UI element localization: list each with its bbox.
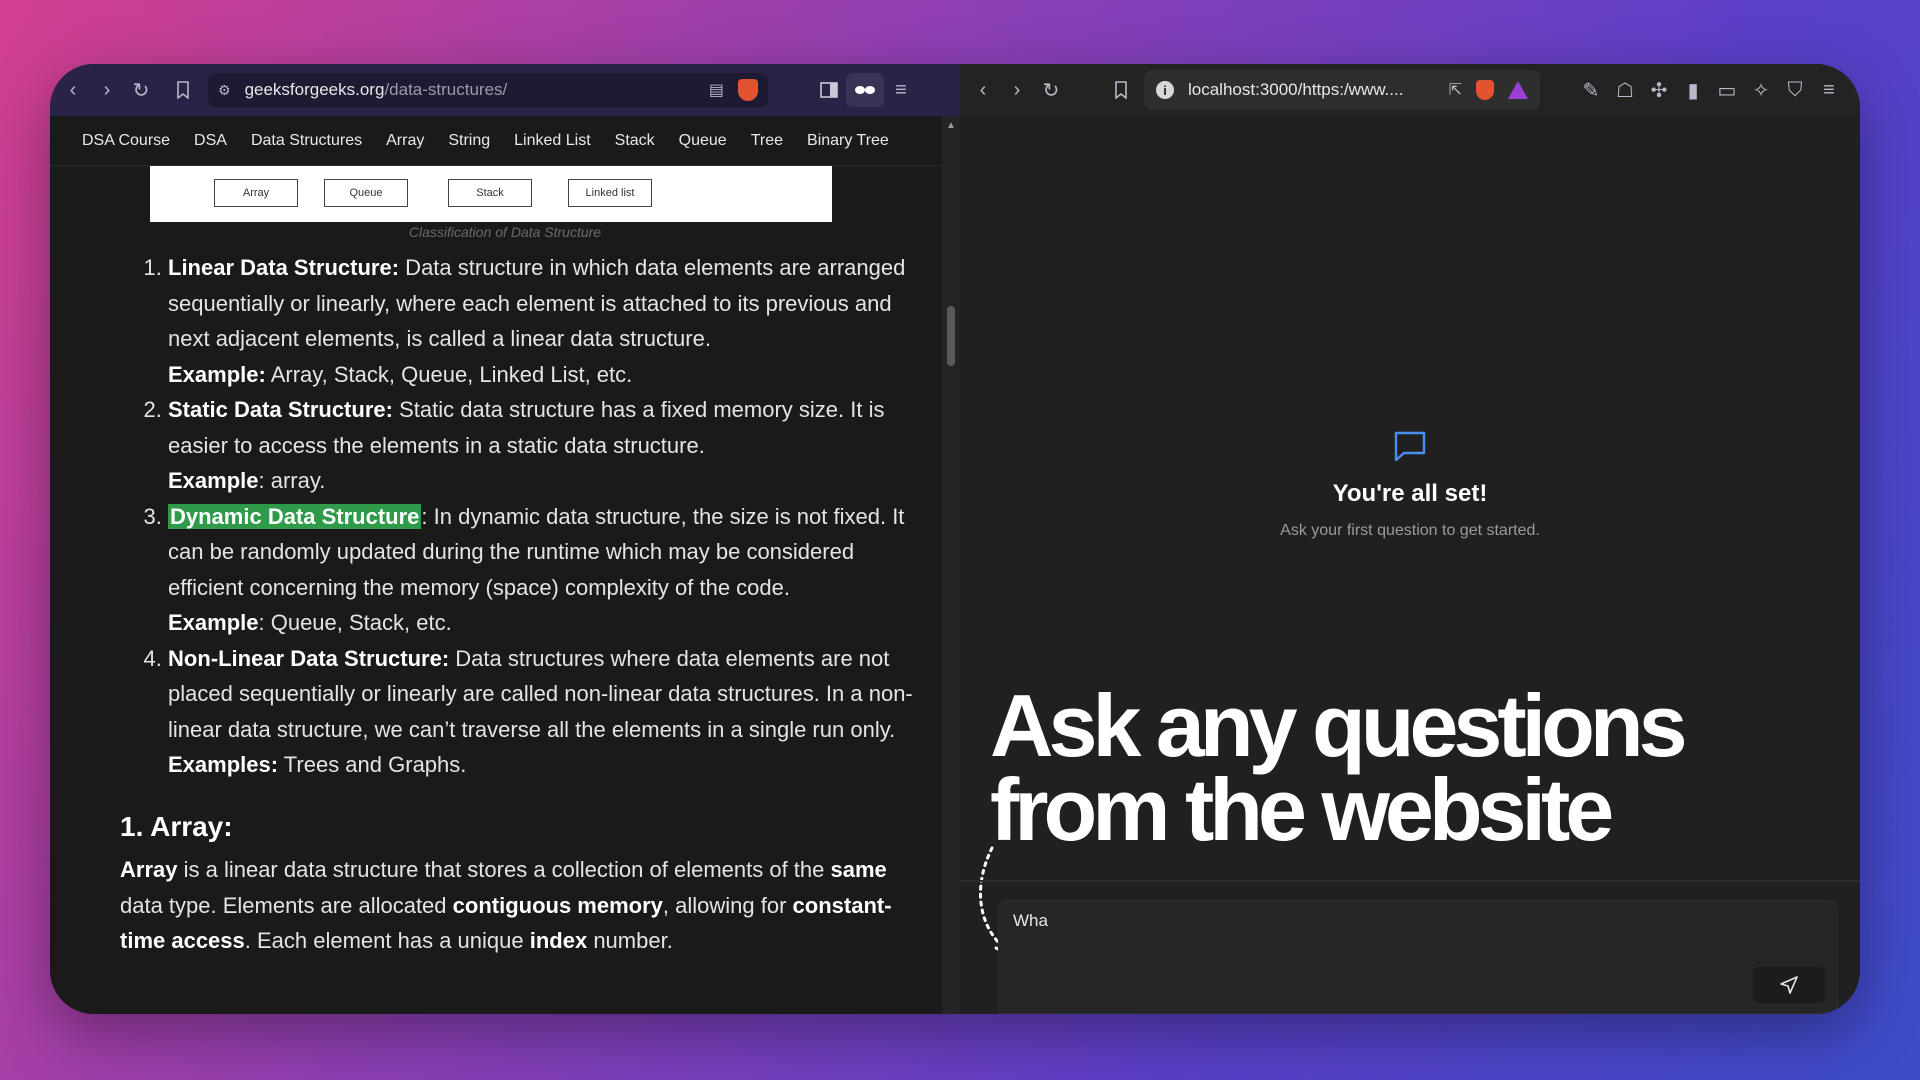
url-text: localhost:3000/https:/www.... <box>1188 80 1404 99</box>
back-icon[interactable]: ‹ <box>966 73 1000 107</box>
nav-link-linked-list[interactable]: Linked List <box>514 132 591 150</box>
nav-link-binary-tree[interactable]: Binary Tree <box>807 132 889 150</box>
item-title: Non-Linear Data Structure: <box>168 645 450 671</box>
left-toolbar: ‹ › ↻ ⚙ geeksforgeeks.org/data-structure… <box>50 64 960 116</box>
ai-sparkle-icon[interactable]: ✧ <box>1744 73 1778 107</box>
menu-icon[interactable]: ≡ <box>1812 73 1846 107</box>
diagram-caption: Classification of Data Structure <box>408 224 602 240</box>
send-icon <box>1780 976 1798 994</box>
nav-link-tree[interactable]: Tree <box>751 132 783 150</box>
nav-link-array[interactable]: Array <box>386 132 424 150</box>
vpn-shield-icon[interactable]: ⛉ <box>1778 73 1812 107</box>
right-toolbar: ‹ › ↻ i localhost:3000/https:/www.... ⇱ … <box>960 64 1860 116</box>
brave-rewards-icon[interactable] <box>1508 81 1528 99</box>
index-term: index <box>529 928 588 953</box>
array-heading: 1. Array: <box>120 810 233 842</box>
array-paragraph: Array is a linear data structure that st… <box>120 852 920 959</box>
welcome-title: You're all set! <box>1332 480 1488 507</box>
question-input[interactable] <box>1013 911 1713 931</box>
example-label: Example: <box>168 361 266 387</box>
list-item: Non-Linear Data Structure: Data structur… <box>168 641 920 783</box>
forward-icon[interactable]: › <box>1000 73 1034 107</box>
list-item: Static Data Structure: Static data struc… <box>168 392 920 499</box>
brave-shield-icon[interactable] <box>1476 80 1494 100</box>
extensions-puzzle-icon[interactable]: ✣ <box>1642 73 1676 107</box>
back-icon[interactable]: ‹ <box>56 73 90 107</box>
bookmark-icon[interactable] <box>1104 73 1138 107</box>
left-browser-window: ‹ › ↻ ⚙ geeksforgeeks.org/data-structure… <box>50 64 960 1014</box>
forward-icon[interactable]: › <box>90 73 124 107</box>
screen-frame: ‹ › ↻ ⚙ geeksforgeeks.org/data-structure… <box>50 64 1860 1014</box>
list-item: Linear Data Structure: Data structure in… <box>168 250 920 392</box>
eyedropper-icon[interactable]: ✎ <box>1574 73 1608 107</box>
nav-link-string[interactable]: String <box>448 132 490 150</box>
para-text: data type. Elements are allocated <box>120 892 453 918</box>
para-text: is a linear data structure that stores a… <box>177 857 831 882</box>
site-settings-icon[interactable]: ⚙ <box>218 82 231 99</box>
item-title: Linear Data Structure: <box>168 255 400 280</box>
article-content: Linear Data Structure: Data structure in… <box>110 250 920 959</box>
reload-icon[interactable]: ↻ <box>124 73 158 107</box>
menu-icon[interactable]: ≡ <box>884 73 918 107</box>
para-text: . Each element has a unique <box>244 928 530 953</box>
example-label: Example <box>168 610 259 635</box>
same-term: same <box>830 857 887 882</box>
array-term: Array <box>120 857 178 882</box>
contiguous-memory-term: contiguous memory <box>452 892 663 918</box>
nav-link-data-structures[interactable]: Data Structures <box>251 132 362 150</box>
right-browser-window: ‹ › ↻ i localhost:3000/https:/www.... ⇱ … <box>960 64 1860 1014</box>
welcome-panel: You're all set! Ask your first question … <box>960 429 1860 540</box>
data-structure-list: Linear Data Structure: Data structure in… <box>110 250 920 783</box>
list-item: Dynamic Data Structure: In dynamic data … <box>168 499 920 641</box>
sidebar-icon[interactable]: ▮ <box>1676 73 1710 107</box>
promo-line-1: Ask any questions <box>990 676 1688 775</box>
example-label: Example <box>168 468 259 493</box>
classification-diagram: Array Queue Stack Linked list <box>150 166 832 222</box>
diagram-box-array: Array <box>214 179 298 207</box>
bookmark-icon[interactable] <box>166 73 200 107</box>
share-icon[interactable]: ⇱ <box>1449 80 1462 100</box>
promo-overlay-text: Ask any questions from the website <box>990 676 1688 859</box>
nav-link-dsa-course[interactable]: DSA Course <box>82 132 170 150</box>
diagram-box-stack: Stack <box>448 179 532 207</box>
diagram-box-queue: Queue <box>324 179 408 207</box>
example-text: Trees and Graphs. <box>278 752 467 777</box>
scroll-up-arrow[interactable]: ▲ <box>942 120 960 131</box>
right-address-bar[interactable]: i localhost:3000/https:/www.... ⇱ <box>1144 70 1540 110</box>
example-text: Array, Stack, Queue, Linked List, etc. <box>265 361 633 387</box>
scrollbar-thumb[interactable] <box>947 306 955 366</box>
reader-mode-icon[interactable]: ▤ <box>709 80 724 100</box>
diagram-box-linked-list: Linked list <box>568 179 652 207</box>
composer-divider <box>960 880 1860 882</box>
chat-bubble-icon <box>960 429 1860 468</box>
promo-line-2: from the website <box>990 760 1614 859</box>
sidebar-icon[interactable] <box>812 73 846 107</box>
item-title: Static Data Structure: <box>168 397 393 422</box>
para-text: , allowing for <box>662 892 793 918</box>
info-icon[interactable]: i <box>1156 81 1174 99</box>
url-path: /data-structures/ <box>384 80 508 99</box>
wallet-icon[interactable]: ▭ <box>1710 73 1744 107</box>
site-nav: DSA Course DSA Data Structures Array Str… <box>50 116 950 166</box>
example-text: : array. <box>258 468 326 493</box>
nav-link-dsa[interactable]: DSA <box>194 132 227 150</box>
vpn-icon[interactable] <box>846 73 884 107</box>
para-text: number. <box>587 928 673 953</box>
url-domain: geeksforgeeks.org <box>244 80 385 99</box>
nav-link-queue[interactable]: Queue <box>679 132 727 150</box>
nav-link-stack[interactable]: Stack <box>615 132 655 150</box>
example-label: Examples: <box>168 752 279 777</box>
extension-bot-icon[interactable]: ☖ <box>1608 73 1642 107</box>
reload-icon[interactable]: ↻ <box>1034 73 1068 107</box>
highlighted-title: Dynamic Data Structure <box>168 503 422 529</box>
send-button[interactable] <box>1753 967 1825 1003</box>
chat-composer <box>998 900 1838 1014</box>
brave-shield-icon[interactable] <box>738 79 758 101</box>
example-text: : Queue, Stack, etc. <box>258 610 452 635</box>
left-scrollbar[interactable]: ▲ <box>942 116 960 1014</box>
left-address-bar[interactable]: ⚙ geeksforgeeks.org/data-structures/ ▤ <box>208 73 768 107</box>
welcome-subtitle: Ask your first question to get started. <box>1280 522 1540 539</box>
